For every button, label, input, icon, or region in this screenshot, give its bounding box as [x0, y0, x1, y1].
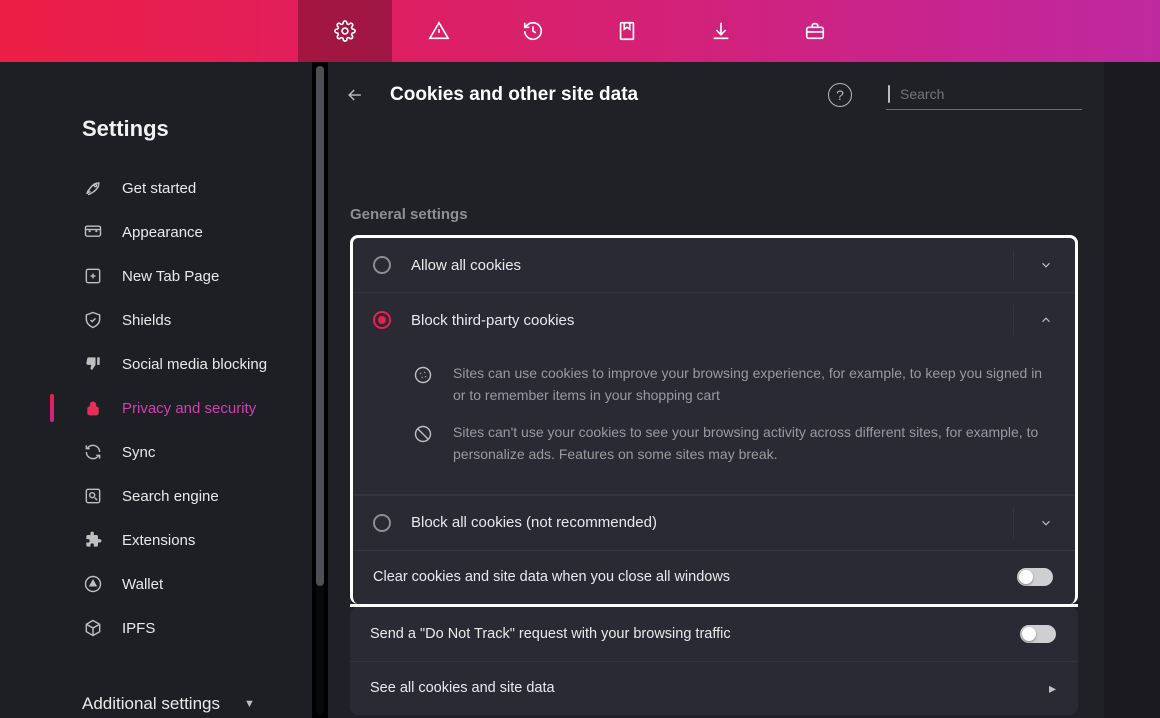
chevron-down-icon: [1039, 258, 1053, 272]
toolbar-history-button[interactable]: [486, 0, 580, 62]
toggle-clear-on-exit[interactable]: [1017, 568, 1053, 586]
option-details: Sites can use cookies to improve your br…: [353, 347, 1075, 495]
sidebar-item-label: Sync: [122, 444, 155, 461]
help-button[interactable]: ?: [828, 83, 852, 107]
sidebar-item-appearance[interactable]: Appearance: [0, 210, 312, 254]
sidebar-item-newtab[interactable]: New Tab Page: [0, 254, 312, 298]
toolbar-settings-button[interactable]: [298, 0, 392, 62]
sidebar-item-ipfs[interactable]: IPFS: [0, 606, 312, 650]
option-label: Block all cookies (not recommended): [411, 514, 1013, 531]
row-do-not-track: Send a "Do Not Track" request with your …: [350, 607, 1078, 661]
sidebar-item-label: IPFS: [122, 620, 155, 637]
collapse-button[interactable]: [1013, 305, 1053, 335]
row-clear-on-exit: Clear cookies and site data when you clo…: [353, 550, 1075, 604]
row-label: Clear cookies and site data when you clo…: [373, 569, 1017, 585]
sidebar-title: Settings: [0, 116, 312, 166]
toolbar-bookmarks-button[interactable]: [580, 0, 674, 62]
chevron-down-icon: [1039, 516, 1053, 530]
sidebar-item-label: Extensions: [122, 532, 195, 549]
toolbar-downloads-button[interactable]: [674, 0, 768, 62]
row-label: See all cookies and site data: [370, 680, 1035, 696]
puzzle-icon: [82, 529, 104, 551]
block-icon: [413, 424, 435, 446]
gear-icon: [334, 20, 356, 42]
option-block-all[interactable]: Block all cookies (not recommended): [353, 495, 1075, 550]
download-icon: [710, 20, 732, 42]
sidebar: Settings Get started Appearance New Tab …: [0, 62, 328, 718]
detail-text: Sites can't use your cookies to see your…: [453, 422, 1053, 465]
search-input[interactable]: [900, 86, 1081, 102]
option-label: Allow all cookies: [411, 257, 1013, 274]
sidebar-item-label: Search engine: [122, 488, 219, 505]
sidebar-item-privacy[interactable]: Privacy and security: [0, 386, 312, 430]
right-gutter: [1104, 62, 1160, 718]
additional-settings-label: Additional settings: [82, 694, 220, 714]
search-frame-icon: [888, 85, 890, 103]
lock-icon: [82, 397, 104, 419]
bookmark-icon: [616, 20, 638, 42]
option-block-third-party[interactable]: Block third-party cookies: [353, 292, 1075, 347]
sidebar-item-search[interactable]: Search engine: [0, 474, 312, 518]
chevron-up-icon: [1039, 313, 1053, 327]
rocket-icon: [82, 177, 104, 199]
sidebar-item-label: Privacy and security: [122, 400, 256, 417]
sidebar-item-social[interactable]: Social media blocking: [0, 342, 312, 386]
search-engine-icon: [82, 485, 104, 507]
briefcase-icon: [804, 20, 826, 42]
cookie-options-panel: Allow all cookies Block third-party cook…: [350, 235, 1078, 604]
sidebar-item-label: New Tab Page: [122, 268, 219, 285]
detail-text: Sites can use cookies to improve your br…: [453, 363, 1053, 406]
radio-unchecked[interactable]: [373, 514, 391, 532]
appearance-icon: [82, 221, 104, 243]
row-see-all-cookies[interactable]: See all cookies and site data ▸: [350, 661, 1078, 715]
cookie-icon: [413, 365, 435, 387]
page-title: Cookies and other site data: [390, 84, 638, 106]
sidebar-item-wallet[interactable]: Wallet: [0, 562, 312, 606]
cube-icon: [82, 617, 104, 639]
wallet-icon: [82, 573, 104, 595]
top-toolbar: [0, 0, 1160, 62]
sidebar-item-shields[interactable]: Shields: [0, 298, 312, 342]
expand-button[interactable]: [1013, 250, 1053, 280]
radio-unchecked[interactable]: [373, 256, 391, 274]
help-icon: ?: [836, 87, 844, 103]
sidebar-item-extensions[interactable]: Extensions: [0, 518, 312, 562]
main-content: Cookies and other site data ? General se…: [328, 62, 1104, 718]
content-header: Cookies and other site data ?: [328, 62, 1104, 128]
sync-icon: [82, 441, 104, 463]
settings-search[interactable]: [886, 81, 1082, 110]
warning-triangle-icon: [428, 20, 450, 42]
sidebar-item-label: Get started: [122, 180, 196, 197]
expand-button[interactable]: [1013, 508, 1053, 538]
option-allow-all[interactable]: Allow all cookies: [353, 238, 1075, 292]
chevron-right-icon: ▸: [1035, 680, 1056, 697]
sidebar-item-label: Wallet: [122, 576, 163, 593]
back-button[interactable]: [338, 78, 372, 112]
toolbar-shields-button[interactable]: [392, 0, 486, 62]
toggle-dnt[interactable]: [1020, 625, 1056, 643]
history-icon: [522, 20, 544, 42]
sidebar-item-label: Shields: [122, 312, 171, 329]
radio-checked[interactable]: [373, 311, 391, 329]
thumbs-down-icon: [82, 353, 104, 375]
sidebar-scrollbar-thumb[interactable]: [316, 66, 324, 586]
sidebar-item-sync[interactable]: Sync: [0, 430, 312, 474]
sidebar-item-get-started[interactable]: Get started: [0, 166, 312, 210]
toolbar-wallet-button[interactable]: [768, 0, 862, 62]
arrow-left-icon: [345, 85, 365, 105]
sidebar-additional-settings[interactable]: Additional settings ▼: [0, 694, 312, 714]
shield-icon: [82, 309, 104, 331]
chevron-down-icon: ▼: [244, 698, 255, 710]
option-label: Block third-party cookies: [411, 312, 1013, 329]
sidebar-item-label: Appearance: [122, 224, 203, 241]
new-tab-icon: [82, 265, 104, 287]
extra-rows-panel: Send a "Do Not Track" request with your …: [350, 607, 1078, 715]
sidebar-item-label: Social media blocking: [122, 356, 267, 373]
row-label: Send a "Do Not Track" request with your …: [370, 626, 1020, 642]
section-title-general: General settings: [350, 206, 1078, 223]
